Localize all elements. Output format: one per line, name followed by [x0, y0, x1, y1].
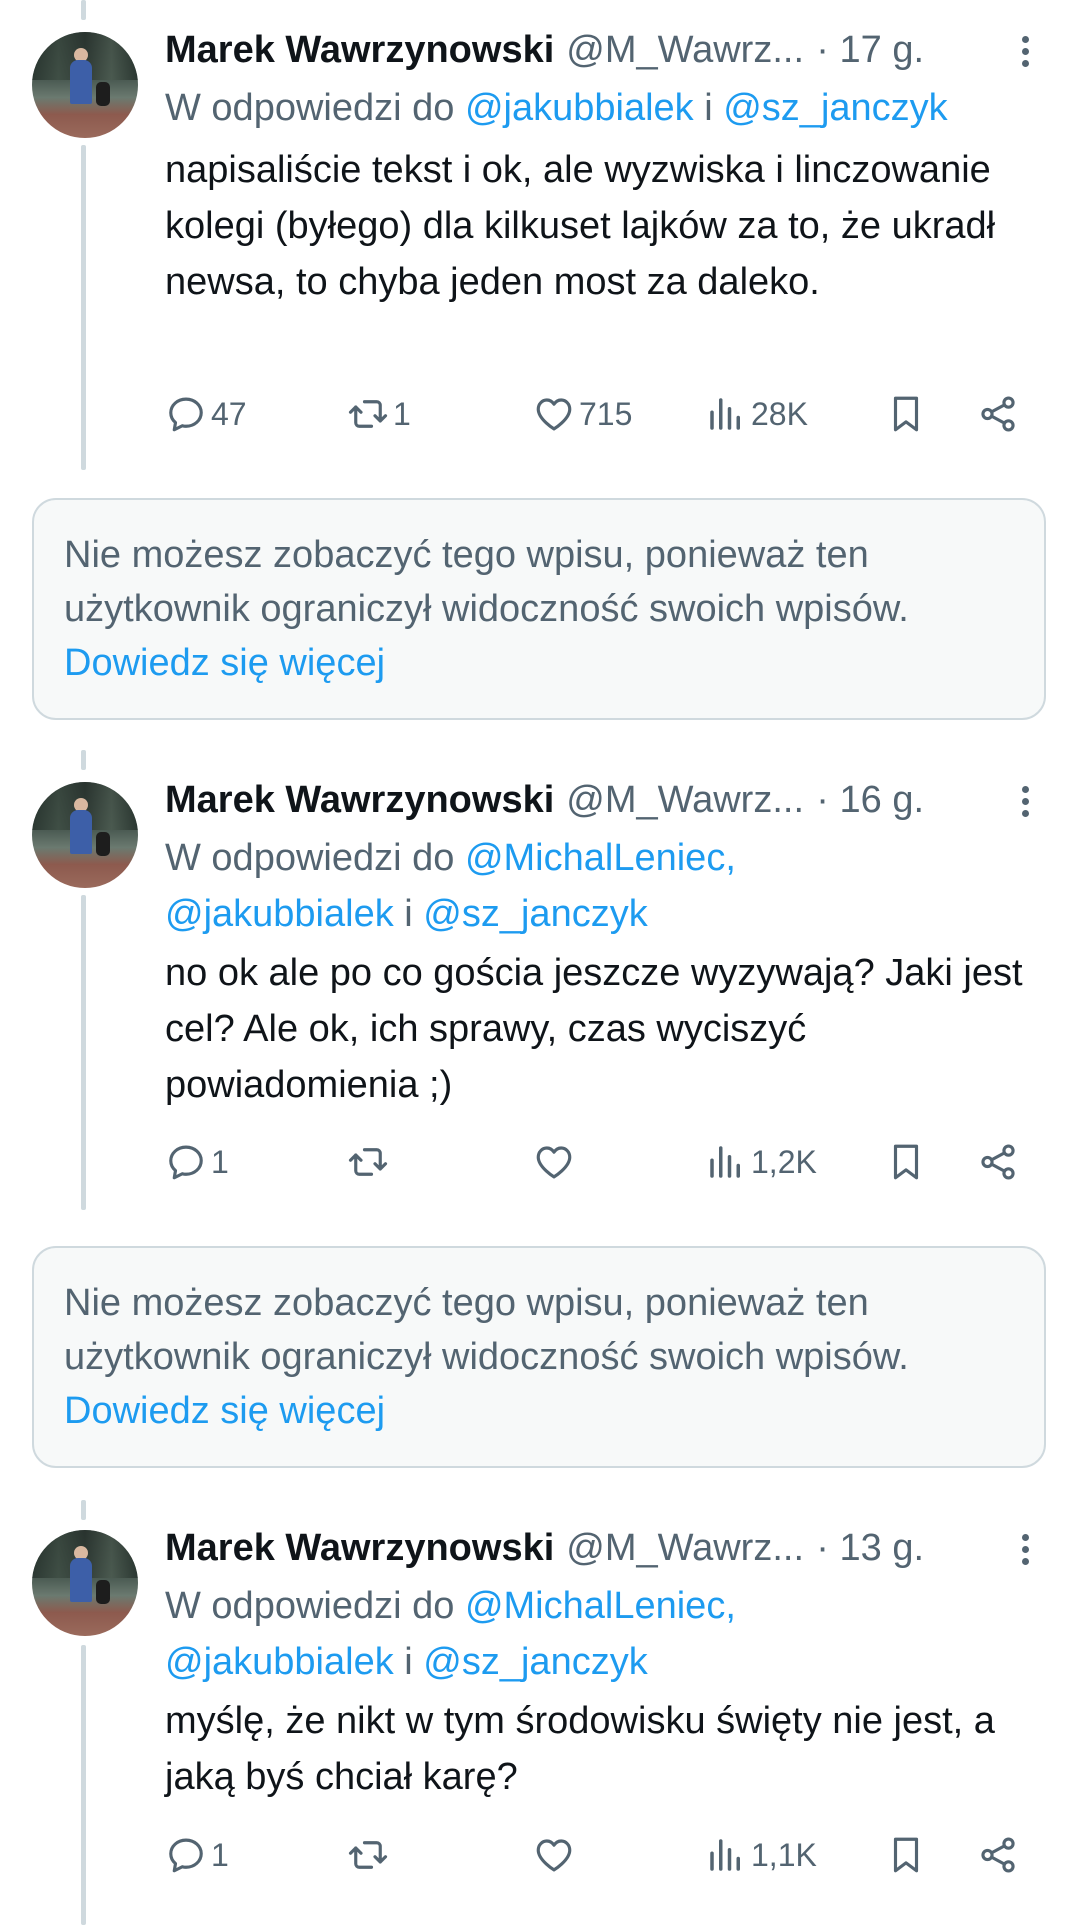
tweet-header: Marek Wawrzynowski @M_Wawrz... · 17 g.	[165, 22, 924, 78]
bookmark-button[interactable]	[885, 1825, 927, 1885]
reply-count: 47	[211, 395, 247, 432]
author-handle[interactable]: @M_Wawrz...	[566, 29, 812, 72]
learn-more-link[interactable]: Dowiedz się więcej	[64, 642, 385, 684]
views-count: 1,1K	[751, 1836, 817, 1873]
heart-icon	[536, 1146, 572, 1179]
author-name[interactable]: Marek Wawrzynowski	[165, 29, 554, 72]
author-name[interactable]: Marek Wawrzynowski	[165, 1527, 554, 1570]
timestamp[interactable]: · 16 g.	[816, 779, 924, 822]
timestamp[interactable]: · 17 g.	[816, 29, 924, 72]
reply-count: 1	[211, 1143, 229, 1180]
heart-icon	[536, 1839, 572, 1872]
timestamp[interactable]: · 13 g.	[816, 1527, 924, 1570]
mention-link[interactable]: @jakubbialek	[165, 893, 394, 935]
restricted-post-notice: Nie możesz zobaczyć tego wpisu, ponieważ…	[32, 1246, 1046, 1468]
tweet-text: no ok ale po co gościa jeszcze wyzywają?…	[165, 952, 1023, 1106]
repost-button[interactable]: 1	[347, 384, 411, 444]
like-button[interactable]	[533, 1132, 579, 1192]
mention-link[interactable]: @sz_janczyk	[723, 87, 947, 129]
views-button[interactable]: 1,1K	[705, 1825, 817, 1885]
repost-button[interactable]	[347, 1825, 393, 1885]
tweet-text: myślę, że nikt w tym środowisku święty n…	[165, 1700, 995, 1798]
bookmark-icon	[893, 1837, 919, 1873]
mention-link[interactable]: @sz_janczyk	[423, 893, 647, 935]
reply-conjunction: i	[393, 1641, 424, 1683]
more-icon[interactable]	[1016, 1530, 1034, 1570]
tweet-header: Marek Wawrzynowski @M_Wawrz... · 13 g.	[165, 1520, 924, 1576]
tweet[interactable]: Marek Wawrzynowski @M_Wawrz... · 16 g. W…	[0, 750, 1080, 1220]
like-button[interactable]	[533, 1825, 579, 1885]
mention-link[interactable]: @MichalLeniec,	[465, 1585, 736, 1627]
share-button[interactable]	[977, 384, 1019, 444]
share-icon	[981, 396, 1015, 432]
share-button[interactable]	[977, 1132, 1019, 1192]
mention-link[interactable]: @sz_janczyk	[423, 1641, 647, 1683]
more-icon[interactable]	[1016, 32, 1034, 72]
repost-icon	[348, 400, 388, 428]
views-count: 1,2K	[751, 1143, 817, 1180]
author-handle[interactable]: @M_Wawrz...	[566, 1527, 812, 1570]
like-count: 715	[579, 395, 633, 432]
reply-button[interactable]: 1	[165, 1825, 229, 1885]
bookmark-icon	[893, 1144, 919, 1180]
tweet[interactable]: Marek Wawrzynowski @M_Wawrz... · 13 g. W…	[0, 1500, 1080, 1925]
reply-conjunction: i	[693, 87, 724, 129]
repost-icon	[348, 1148, 388, 1176]
repost-icon	[348, 1841, 388, 1869]
share-button[interactable]	[977, 1825, 1019, 1885]
like-button[interactable]: 715	[533, 384, 632, 444]
avatar[interactable]	[32, 32, 138, 138]
mention-link[interactable]: @jakubbialek	[465, 87, 694, 129]
restricted-post-notice: Nie możesz zobaczyć tego wpisu, ponieważ…	[32, 498, 1046, 720]
notice-text: Nie możesz zobaczyć tego wpisu, ponieważ…	[64, 534, 909, 630]
tweet-actions: 1 1,1K	[165, 1825, 1045, 1885]
views-button[interactable]: 1,2K	[705, 1132, 817, 1192]
author-name[interactable]: Marek Wawrzynowski	[165, 779, 554, 822]
author-handle[interactable]: @M_Wawrz...	[566, 779, 812, 822]
reply-prefix: W odpowiedzi do	[165, 837, 455, 879]
views-button[interactable]: 28K	[705, 384, 808, 444]
reply-button[interactable]: 47	[165, 384, 247, 444]
views-count: 28K	[751, 395, 808, 432]
reply-icon	[169, 1145, 203, 1180]
bookmark-button[interactable]	[885, 384, 927, 444]
learn-more-link[interactable]: Dowiedz się więcej	[64, 1390, 385, 1432]
reply-button[interactable]: 1	[165, 1132, 229, 1192]
repost-count: 1	[393, 395, 411, 432]
reply-prefix: W odpowiedzi do	[165, 87, 455, 129]
reply-context: W odpowiedzi do @jakubbialek i @sz_jancz…	[165, 80, 1045, 136]
avatar[interactable]	[32, 1530, 138, 1636]
bookmark-button[interactable]	[885, 1132, 927, 1192]
tweet-actions: 1 1,2K	[165, 1132, 1045, 1192]
reply-conjunction: i	[393, 893, 424, 935]
reply-context: W odpowiedzi do @MichalLeniec, @jakubbia…	[165, 1578, 1045, 1690]
bookmark-icon	[893, 396, 919, 432]
tweet-header: Marek Wawrzynowski @M_Wawrz... · 16 g.	[165, 772, 924, 828]
tweet-actions: 47 1 715 28K	[165, 384, 1045, 444]
views-icon	[710, 1146, 740, 1178]
share-icon	[981, 1837, 1015, 1873]
reply-prefix: W odpowiedzi do	[165, 1585, 455, 1627]
share-icon	[981, 1144, 1015, 1180]
views-icon	[710, 398, 740, 430]
views-icon	[710, 1839, 740, 1871]
reply-icon	[169, 1838, 203, 1873]
mention-link[interactable]: @MichalLeniec,	[465, 837, 736, 879]
avatar[interactable]	[32, 782, 138, 888]
tweet-text: napisaliście tekst i ok, ale wyzwiska i …	[165, 149, 996, 303]
reply-context: W odpowiedzi do @MichalLeniec, @jakubbia…	[165, 830, 1045, 942]
reply-icon	[169, 397, 203, 432]
repost-button[interactable]	[347, 1132, 393, 1192]
reply-count: 1	[211, 1836, 229, 1873]
mention-link[interactable]: @jakubbialek	[165, 1641, 394, 1683]
heart-icon	[536, 398, 572, 431]
tweet[interactable]: Marek Wawrzynowski @M_Wawrz... · 17 g. W…	[0, 0, 1080, 480]
notice-text: Nie możesz zobaczyć tego wpisu, ponieważ…	[64, 1282, 909, 1378]
more-icon[interactable]	[1016, 782, 1034, 822]
